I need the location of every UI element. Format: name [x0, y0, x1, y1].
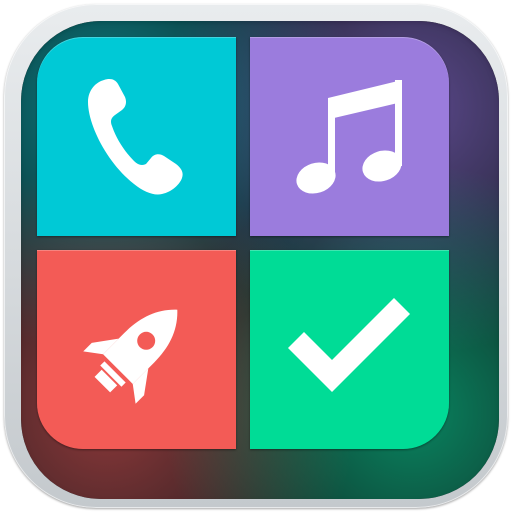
- tile-music[interactable]: [250, 37, 449, 236]
- app-icon[interactable]: [4, 4, 508, 508]
- rocket-icon: [82, 309, 177, 404]
- phone-icon: [87, 78, 183, 195]
- tile-check[interactable]: [250, 250, 449, 449]
- music-note-icon: [295, 79, 402, 194]
- tile-rocket[interactable]: [37, 250, 236, 449]
- tile-phone[interactable]: [37, 37, 236, 236]
- checkmark-icon: [287, 297, 410, 392]
